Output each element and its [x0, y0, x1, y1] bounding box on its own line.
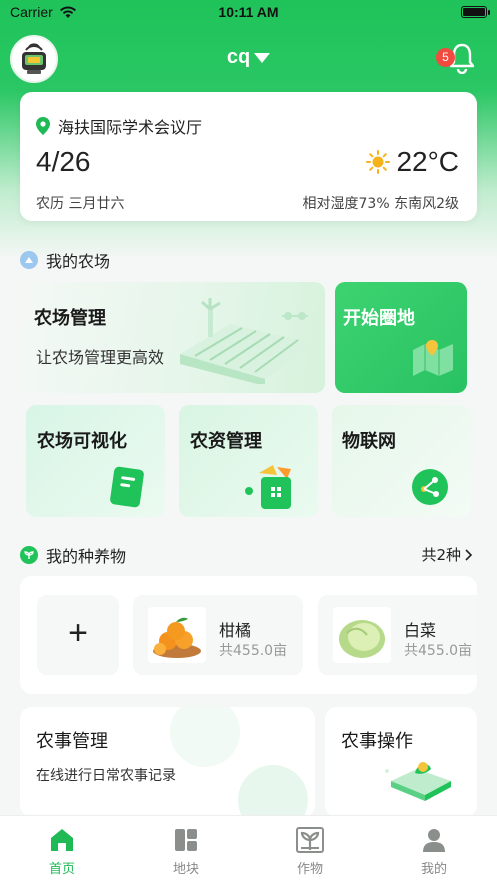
crops-panel: + 柑橘 共455.0亩 白菜 共455.0亩: [20, 576, 477, 694]
chevron-right-icon: [465, 548, 473, 561]
citrus-image: [148, 607, 206, 663]
caret-down-icon: [254, 52, 271, 63]
plots-icon: [175, 829, 197, 851]
profile-icon: [423, 829, 445, 852]
crop-area: 共455.0亩: [404, 643, 473, 659]
shopping-bag-icon: [245, 465, 291, 509]
card-title: 开始圈地: [343, 308, 415, 329]
home-icon: [51, 829, 73, 851]
top-bar: cq 5: [0, 30, 497, 90]
crop-icon: [296, 827, 324, 853]
crop-name: 白菜: [404, 621, 437, 640]
card-subtitle: 让农场管理更高效: [36, 348, 165, 367]
add-icon: +: [68, 614, 88, 652]
tab-bar: 首页 地块 作物 我的: [0, 815, 497, 883]
crop-name: 柑橘: [219, 621, 252, 640]
my-farm-heading: 我的农场: [20, 248, 110, 272]
weather-date: 4/26: [36, 146, 91, 177]
card-title: 农场可视化: [37, 431, 127, 452]
greenhouse-illustration: [180, 298, 315, 384]
crop-section-icon: [20, 546, 38, 564]
my-crops-heading: 我的种养物: [20, 543, 126, 567]
weather-card[interactable]: 海扶国际学术会议厅 4/26 22°C 农历 三月廿六 相对湿度73% 东南风2…: [20, 92, 477, 221]
farm-selector[interactable]: cq: [0, 46, 497, 69]
sun-icon: [366, 150, 391, 174]
location-name: 海扶国际学术会议厅: [58, 118, 203, 137]
farm-section-icon: [20, 251, 38, 269]
farm-supplies-card[interactable]: 农资管理: [179, 405, 318, 517]
iot-card[interactable]: 物联网: [332, 405, 471, 517]
status-bar: Carrier 10:11 AM: [0, 0, 497, 26]
tab-profile[interactable]: 我的: [394, 826, 474, 877]
tab-home[interactable]: 首页: [22, 826, 102, 877]
location-row: 海扶国际学术会议厅: [36, 114, 202, 138]
farm-visualization-card[interactable]: 农场可视化: [26, 405, 165, 517]
start-enclosure-card[interactable]: 开始圈地: [335, 282, 467, 393]
clock: 10:11 AM: [218, 4, 279, 20]
card-subtitle: 在线进行日常农事记录: [36, 768, 176, 784]
add-crop-button[interactable]: +: [37, 595, 119, 675]
tab-plots[interactable]: 地块: [146, 826, 226, 877]
farm-work-operation-card[interactable]: 农事操作: [325, 707, 477, 817]
farm-management-card[interactable]: 农场管理 让农场管理更高效: [20, 282, 325, 393]
farm-name: cq: [226, 46, 251, 68]
humidity-wind: 相对湿度73% 东南风2级: [302, 196, 459, 212]
battery-icon: [461, 6, 490, 18]
lunar-date: 农历 三月廿六: [36, 196, 125, 212]
card-title: 农场管理: [34, 308, 106, 329]
card-title: 农事管理: [36, 731, 108, 752]
crops-count-link[interactable]: 共2种: [421, 544, 473, 565]
card-title: 物联网: [342, 431, 396, 452]
card-title: 农资管理: [190, 431, 262, 452]
farm-work-management-card[interactable]: 农事管理 在线进行日常农事记录: [20, 707, 315, 817]
temperature: 22°C: [366, 146, 459, 178]
notification-badge: 5: [436, 48, 455, 67]
crop-item[interactable]: 柑橘 共455.0亩: [133, 595, 303, 675]
cabbage-image: [333, 607, 391, 663]
map-pin-icon: [413, 340, 453, 376]
field-card-icon: [385, 762, 451, 801]
crop-area: 共455.0亩: [219, 643, 288, 659]
network-icon: [412, 469, 448, 505]
crop-item[interactable]: 白菜 共455.0亩: [318, 595, 477, 675]
location-pin-icon: [36, 117, 50, 135]
document-icon: [110, 466, 144, 508]
tab-crops[interactable]: 作物: [270, 826, 350, 877]
temperature-value: 22°C: [396, 146, 459, 177]
card-title: 农事操作: [341, 731, 413, 752]
